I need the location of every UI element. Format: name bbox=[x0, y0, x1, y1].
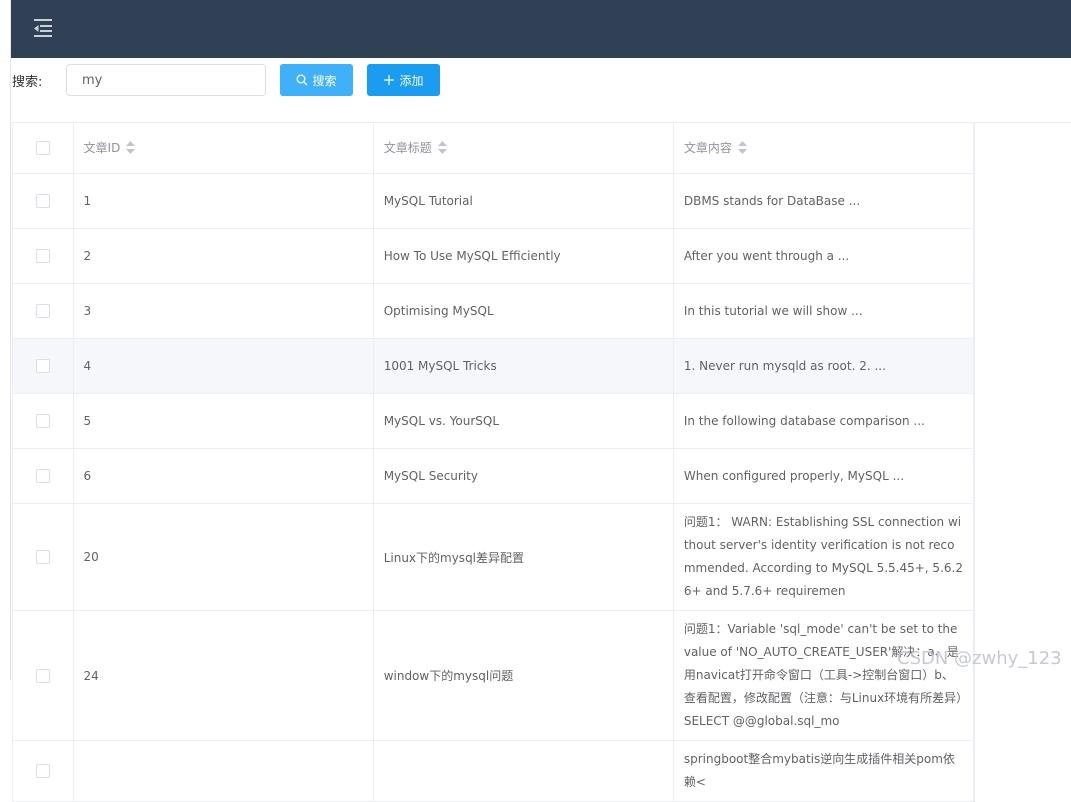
cell-content: DBMS stands for DataBase ... bbox=[673, 173, 975, 229]
cell-content: After you went through a ... bbox=[673, 228, 975, 284]
select-all-checkbox[interactable] bbox=[35, 141, 50, 156]
cell-id: 3 bbox=[73, 283, 374, 339]
search-button[interactable]: 搜索 bbox=[280, 64, 353, 96]
table-row[interactable]: 5 MySQL vs. YourSQL In the following dat… bbox=[13, 393, 975, 449]
cell-title: MySQL vs. YourSQL bbox=[373, 393, 674, 449]
cell-title bbox=[373, 740, 674, 802]
row-checkbox[interactable] bbox=[35, 414, 50, 429]
search-label: 搜索: bbox=[12, 75, 43, 90]
row-checkbox[interactable] bbox=[35, 194, 50, 209]
table-row[interactable]: 6 MySQL Security When configured properl… bbox=[13, 448, 975, 504]
table-row[interactable]: 2 How To Use MySQL Efficiently After you… bbox=[13, 228, 975, 284]
cell-id: 20 bbox=[73, 503, 374, 611]
row-select-cell bbox=[13, 503, 74, 611]
row-select-cell bbox=[13, 228, 74, 284]
article-table: 文章ID 文章标题 文章内容 1 MySQL Tutorial DBMS sta… bbox=[12, 123, 975, 802]
table-header-row: 文章ID 文章标题 文章内容 bbox=[13, 123, 975, 174]
cell-id: 4 bbox=[73, 338, 374, 394]
cell-content: 问题1： WARN: Establishing SSL connection w… bbox=[673, 503, 975, 611]
cell-title: window下的mysql问题 bbox=[373, 610, 674, 741]
sort-caret-icon[interactable] bbox=[737, 140, 747, 157]
search-input[interactable] bbox=[66, 64, 266, 96]
table-row[interactable]: 3 Optimising MySQL In this tutorial we w… bbox=[13, 283, 975, 339]
cell-content: In this tutorial we will show ... bbox=[673, 283, 975, 339]
row-select-cell bbox=[13, 393, 74, 449]
column-header-title[interactable]: 文章标题 bbox=[373, 123, 674, 174]
row-checkbox[interactable] bbox=[35, 304, 50, 319]
table-row[interactable]: 4 1001 MySQL Tricks 1. Never run mysqld … bbox=[13, 338, 975, 394]
add-button[interactable]: 添加 bbox=[367, 64, 440, 96]
cell-content: 1. Never run mysqld as root. 2. ... bbox=[673, 338, 975, 394]
watermark: CSDN @zwhy_123 bbox=[897, 648, 1062, 669]
cell-title: MySQL Security bbox=[373, 448, 674, 504]
row-checkbox[interactable] bbox=[35, 550, 50, 565]
search-icon bbox=[297, 74, 308, 86]
row-select-cell bbox=[13, 283, 74, 339]
left-edge bbox=[0, 0, 11, 680]
row-select-cell bbox=[13, 610, 74, 741]
cell-content: In the following database comparison ... bbox=[673, 393, 975, 449]
cell-id: 5 bbox=[73, 393, 374, 449]
row-checkbox[interactable] bbox=[35, 359, 50, 374]
sort-caret-icon[interactable] bbox=[437, 140, 447, 157]
cell-content: springboot整合mybatis逆向生成插件相关pom依赖< bbox=[673, 740, 975, 802]
row-checkbox[interactable] bbox=[35, 249, 50, 264]
cell-content: 问题1：Variable 'sql_mode' can't be set to … bbox=[673, 610, 975, 741]
row-select-cell bbox=[13, 173, 74, 229]
column-header-id[interactable]: 文章ID bbox=[73, 123, 374, 174]
table-row[interactable]: 20 Linux下的mysql差异配置 问题1： WARN: Establish… bbox=[13, 503, 975, 611]
search-button-label: 搜索 bbox=[312, 73, 337, 88]
cell-title: Optimising MySQL bbox=[373, 283, 674, 339]
row-select-cell bbox=[13, 338, 74, 394]
plus-icon bbox=[384, 75, 395, 85]
row-select-cell bbox=[13, 740, 74, 802]
select-all-cell bbox=[13, 123, 74, 174]
table-row[interactable]: 1 MySQL Tutorial DBMS stands for DataBas… bbox=[13, 173, 975, 229]
top-navbar bbox=[10, 0, 1071, 58]
cell-title: Linux下的mysql差异配置 bbox=[373, 503, 674, 611]
cell-title: 1001 MySQL Tricks bbox=[373, 338, 674, 394]
column-header-label: 文章标题 bbox=[383, 141, 432, 156]
table-row[interactable]: springboot整合mybatis逆向生成插件相关pom依赖< bbox=[13, 740, 975, 802]
menu-fold-icon[interactable] bbox=[32, 17, 54, 39]
cell-title: MySQL Tutorial bbox=[373, 173, 674, 229]
row-checkbox[interactable] bbox=[35, 469, 50, 484]
cell-id: 6 bbox=[73, 448, 374, 504]
sort-caret-icon[interactable] bbox=[126, 140, 136, 157]
add-button-label: 添加 bbox=[399, 73, 424, 88]
table-row[interactable]: 24 window下的mysql问题 问题1：Variable 'sql_mod… bbox=[13, 610, 975, 741]
cell-title: How To Use MySQL Efficiently bbox=[373, 228, 674, 284]
cell-id: 1 bbox=[73, 173, 374, 229]
cell-content: When configured properly, MySQL ... bbox=[673, 448, 975, 504]
column-header-label: 文章ID bbox=[83, 141, 121, 156]
row-select-cell bbox=[13, 448, 74, 504]
row-checkbox[interactable] bbox=[35, 764, 50, 779]
search-toolbar: 搜索: 搜索 添加 bbox=[10, 58, 1071, 123]
cell-id: 2 bbox=[73, 228, 374, 284]
cell-id: 24 bbox=[73, 610, 374, 741]
column-header-content[interactable]: 文章内容 bbox=[673, 123, 975, 174]
column-header-label: 文章内容 bbox=[683, 141, 732, 156]
row-checkbox[interactable] bbox=[35, 668, 50, 683]
cell-id bbox=[73, 740, 374, 802]
